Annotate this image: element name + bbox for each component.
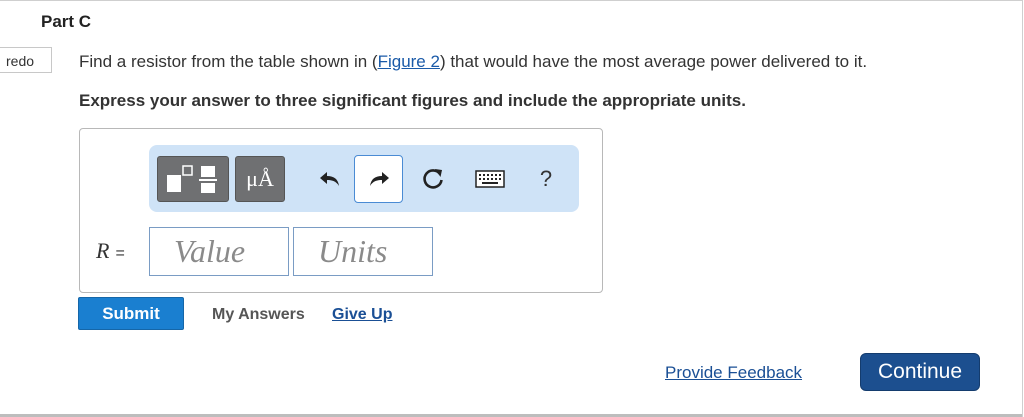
redo-icon (369, 172, 389, 186)
figure-link[interactable]: Figure 2 (378, 52, 440, 71)
part-title: Part C (41, 12, 92, 31)
frame-right-border (1022, 0, 1023, 417)
templates-icon (167, 165, 217, 193)
redo-button[interactable] (354, 155, 403, 203)
reset-icon (423, 169, 443, 189)
variable-symbol: R (96, 238, 110, 263)
units-button[interactable]: μÅ (235, 156, 285, 202)
help-button[interactable]: ? (526, 156, 566, 202)
help-icon: ? (539, 166, 553, 191)
continue-button[interactable]: Continue (860, 353, 980, 391)
submit-button[interactable]: Submit (78, 297, 184, 330)
question-text-after: ) that would have the most average power… (439, 52, 868, 71)
question-text: Find a resistor from the table shown in … (79, 52, 867, 72)
answer-instruction: Express your answer to three significant… (79, 91, 746, 110)
undo-icon (320, 172, 339, 186)
units-icon: μÅ (246, 166, 274, 191)
answer-variable-label: R = (96, 238, 125, 264)
value-input[interactable] (149, 227, 289, 276)
frame-top-border (0, 0, 1022, 1)
redo-tab[interactable]: redo (0, 47, 52, 73)
my-answers-link[interactable]: My Answers (212, 306, 305, 324)
reset-button[interactable] (411, 156, 455, 202)
units-input[interactable] (293, 227, 433, 276)
undo-button[interactable] (308, 156, 352, 202)
math-toolbar: μÅ ? (149, 145, 579, 212)
question-text-before: Find a resistor from the table shown in … (79, 52, 378, 71)
provide-feedback-link[interactable]: Provide Feedback (665, 363, 802, 383)
keyboard-button[interactable] (470, 156, 510, 202)
templates-button[interactable] (157, 156, 229, 202)
give-up-link[interactable]: Give Up (332, 306, 392, 324)
keyboard-icon (475, 170, 505, 188)
equals-sign: = (115, 245, 125, 262)
